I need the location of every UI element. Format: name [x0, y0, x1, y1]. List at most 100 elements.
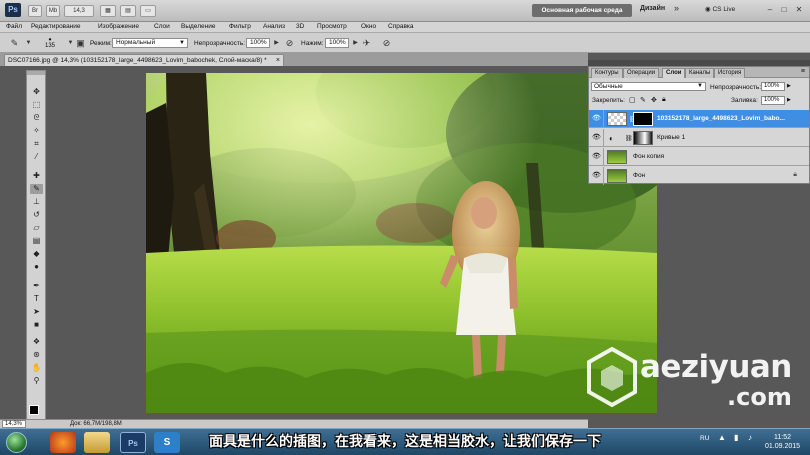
dodge-tool-icon[interactable]: ●	[30, 262, 43, 272]
opacity-arrow-icon[interactable]: ▶	[787, 83, 791, 89]
tools-panel-grip[interactable]	[27, 71, 45, 75]
lock-all-icon[interactable]: 🔒︎	[662, 96, 666, 104]
layer-row[interactable]: 👁︎ ◐ ⛓ Кривые 1	[589, 129, 809, 147]
menu-help[interactable]: Справка	[388, 23, 414, 30]
zoom-level-dropdown[interactable]: 14,3	[64, 5, 94, 17]
watermark-cube-icon	[587, 347, 637, 408]
layer-mask-thumbnail[interactable]	[633, 112, 653, 126]
workspace-design-button[interactable]: Дизайн	[640, 5, 665, 12]
spot-healing-tool-icon[interactable]: ✚	[30, 171, 43, 181]
layer-opacity-input[interactable]: 100%	[761, 82, 785, 91]
layer-row[interactable]: 👁︎ Фон 🔒︎	[589, 167, 809, 185]
curves-adjustment-icon: ◐	[609, 134, 614, 143]
watermark-text: aeziyuan	[640, 349, 792, 385]
menu-layers[interactable]: Слои	[154, 23, 170, 30]
zoom-tool-icon[interactable]: ⚲	[30, 376, 43, 386]
more-workspaces-icon[interactable]: »	[674, 3, 679, 13]
visibility-eye-icon[interactable]: 👁︎	[592, 153, 601, 161]
layer-thumbnail	[607, 150, 627, 164]
extras-button[interactable]: ▦	[100, 5, 116, 17]
blend-mode-select[interactable]: Обычные ▼	[591, 82, 706, 91]
document-tab[interactable]: DSC07166.jpg @ 14,3% (103152178_large_44…	[4, 54, 284, 66]
lock-transparency-icon[interactable]: ▢	[629, 96, 636, 104]
tools-panel: ✥ ⬚ ᘓ ✧ ⌗ ⁄ ✚ ✎ ⊥ ↺ ▱ ▤ ◆ ● ✒ T ➤ ■ ❖ ⊛ …	[26, 70, 46, 422]
opacity-slider-arrow-icon[interactable]: ▶	[270, 37, 283, 49]
tablet-opacity-icon[interactable]: ⊘	[283, 37, 296, 49]
visibility-eye-icon[interactable]: 👁︎	[592, 115, 601, 123]
minibridge-button[interactable]: Mb	[46, 5, 60, 17]
lock-pixels-icon[interactable]: ✎	[640, 96, 646, 104]
clone-stamp-tool-icon[interactable]: ⊥	[30, 197, 43, 207]
layer-separator	[603, 148, 604, 166]
3d-rotate-tool-icon[interactable]: ❖	[30, 337, 43, 347]
visibility-eye-icon[interactable]: 👁︎	[592, 134, 601, 142]
menu-image[interactable]: Изображение	[98, 23, 139, 30]
bridge-button[interactable]: Br	[28, 5, 42, 17]
layer-row[interactable]: 👁︎ ⛓ 103152178_large_4498623_Lovim_babo.…	[589, 110, 809, 128]
history-brush-tool-icon[interactable]: ↺	[30, 210, 43, 220]
flow-input[interactable]: 100%	[325, 38, 349, 48]
cs-live-button[interactable]: ◉ CS Live	[705, 5, 735, 13]
menu-filter[interactable]: Фильтр	[229, 23, 251, 30]
path-select-tool-icon[interactable]: ➤	[30, 307, 43, 317]
eyedropper-tool-icon[interactable]: ⁄	[30, 152, 43, 162]
screen-mode-button[interactable]: ▭	[140, 5, 156, 17]
move-tool-icon[interactable]: ✥	[30, 87, 43, 97]
menu-edit[interactable]: Редактирование	[31, 23, 81, 30]
mode-select[interactable]: Нормальный ▼	[112, 38, 188, 48]
3d-orbit-tool-icon[interactable]: ⊛	[30, 350, 43, 360]
menu-3d[interactable]: 3D	[296, 23, 304, 30]
foreground-color-swatch[interactable]	[29, 405, 39, 415]
close-document-icon[interactable]: ×	[276, 55, 280, 66]
eraser-tool-icon[interactable]: ▱	[30, 223, 43, 233]
layers-panel: Контуры Операции Слои Каналы История ≡ О…	[588, 66, 810, 185]
brush-tool-icon[interactable]: ✎	[30, 184, 43, 194]
pen-tool-icon[interactable]: ✒	[30, 281, 43, 291]
menu-window[interactable]: Окно	[361, 23, 376, 30]
layer-mask-thumbnail[interactable]	[633, 131, 653, 145]
fill-arrow-icon[interactable]: ▶	[787, 97, 791, 103]
brush-panel-icon[interactable]: ▣	[74, 37, 87, 49]
fill-input[interactable]: 100%	[761, 96, 785, 105]
zoom-percent-field[interactable]: 14,3%	[2, 420, 26, 428]
marquee-tool-icon[interactable]: ⬚	[30, 100, 43, 110]
arrange-documents-button[interactable]: ▤	[120, 5, 136, 17]
menu-file[interactable]: Файл	[6, 23, 22, 30]
document-size-info[interactable]: Док: 66,7M/198,8M	[70, 421, 122, 427]
status-bar: 14,3% Док: 66,7M/198,8M	[0, 419, 588, 428]
tab-actions[interactable]: Операции	[623, 68, 660, 78]
lasso-tool-icon[interactable]: ᘓ	[30, 113, 43, 123]
type-tool-icon[interactable]: T	[30, 294, 43, 304]
close-window-icon[interactable]: ✕	[793, 4, 805, 15]
minimize-icon[interactable]: –	[764, 4, 776, 15]
quick-select-tool-icon[interactable]: ✧	[30, 126, 43, 136]
crop-tool-icon[interactable]: ⌗	[30, 139, 43, 149]
blend-mode-value: Обычные	[594, 83, 623, 90]
tablet-size-icon[interactable]: ⊘	[380, 37, 393, 49]
menu-analysis[interactable]: Анализ	[263, 23, 285, 30]
shape-tool-icon[interactable]: ■	[30, 320, 43, 330]
airbrush-icon[interactable]: ✈	[360, 37, 373, 49]
maximize-icon[interactable]: □	[778, 4, 790, 15]
layer-row[interactable]: 👁︎ Фон копия	[589, 148, 809, 166]
brush-preset-icon[interactable]: ✎	[8, 37, 21, 49]
chain-link-icon[interactable]: ⛓	[625, 135, 633, 142]
blur-tool-icon[interactable]: ◆	[30, 249, 43, 259]
brush-size-picker[interactable]: • 135	[44, 36, 56, 50]
lock-position-icon[interactable]: ✥	[651, 96, 657, 104]
tab-layers[interactable]: Слои	[662, 68, 686, 78]
preset-arrow-icon[interactable]: ▼	[22, 37, 35, 49]
menu-view[interactable]: Просмотр	[317, 23, 347, 30]
tab-paths[interactable]: Контуры	[591, 68, 623, 78]
tab-channels[interactable]: Каналы	[685, 68, 715, 78]
panel-menu-icon[interactable]: ≡	[801, 68, 805, 75]
menu-select[interactable]: Выделение	[181, 23, 215, 30]
hand-tool-icon[interactable]: ✋	[30, 363, 43, 373]
document-canvas[interactable]	[146, 73, 657, 413]
visibility-eye-icon[interactable]: 👁︎	[592, 172, 601, 180]
workspace-essentials-button[interactable]: Основная рабочая среда	[532, 4, 632, 17]
blend-row: Обычные ▼ Непрозрачность: 100% ▶	[589, 80, 809, 92]
tab-history[interactable]: История	[714, 68, 746, 78]
opacity-input[interactable]: 100%	[246, 38, 270, 48]
gradient-tool-icon[interactable]: ▤	[30, 236, 43, 246]
